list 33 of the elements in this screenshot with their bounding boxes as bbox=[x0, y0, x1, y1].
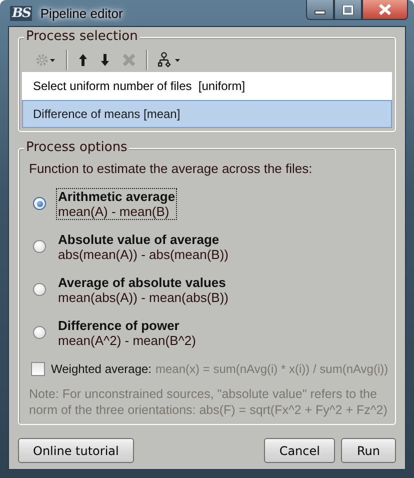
radio-button[interactable] bbox=[33, 283, 46, 296]
close-icon bbox=[378, 4, 392, 15]
note-text: Note: For unconstrained sources, "absolute value" refers to the norm of the three orientations: abs(F) = sqrt(Fx^2 + Fy^2 + Fz^2) bbox=[29, 386, 388, 418]
process-item[interactable]: Select uniform number of files [uniform] bbox=[22, 72, 392, 100]
radio-button[interactable] bbox=[33, 240, 46, 253]
close-button[interactable] bbox=[362, 0, 408, 20]
option-formula: abs(mean(A)) - abs(mean(B)) bbox=[58, 246, 228, 262]
checkbox-label: Weighted average: bbox=[51, 362, 152, 376]
option-formula: mean(abs(A)) - mean(abs(B)) bbox=[58, 290, 228, 304]
option-label: Absolute value of average bbox=[58, 232, 220, 246]
dialog-button[interactable]: Online tutorial bbox=[18, 438, 134, 463]
maximize-button[interactable] bbox=[334, 0, 362, 20]
option-formula: mean(A) - mean(B) bbox=[58, 204, 170, 218]
up-arrow-icon[interactable] bbox=[78, 53, 88, 67]
down-arrow-icon[interactable] bbox=[100, 53, 110, 67]
prompt-text: Function to estimate the average across the files: bbox=[29, 161, 314, 176]
checkbox[interactable] bbox=[31, 362, 45, 376]
option-formula: mean(A^2) - mean(B^2) bbox=[58, 332, 196, 348]
radio-button[interactable] bbox=[33, 326, 46, 339]
radio-button[interactable] bbox=[33, 197, 46, 210]
option-label: Average of absolute values bbox=[58, 274, 227, 290]
group-title: Process options bbox=[24, 140, 130, 155]
dialog-button[interactable]: Run bbox=[340, 438, 396, 463]
weighted-formula: mean(x) = sum(nAvg(i) * x(i)) / sum(nAvg(i)) bbox=[156, 362, 388, 376]
window-title: Pipeline editor bbox=[40, 6, 124, 20]
tree-icon[interactable] bbox=[158, 52, 182, 68]
option-label: Arithmetic average bbox=[58, 188, 176, 204]
process-item[interactable]: Difference of means [mean] bbox=[22, 100, 392, 128]
minimize-button[interactable] bbox=[306, 0, 334, 20]
option-label: Difference of power bbox=[58, 318, 180, 332]
app-logo: BS bbox=[10, 6, 32, 20]
maximize-icon bbox=[342, 4, 354, 14]
dialog-button[interactable]: Cancel bbox=[264, 438, 335, 463]
